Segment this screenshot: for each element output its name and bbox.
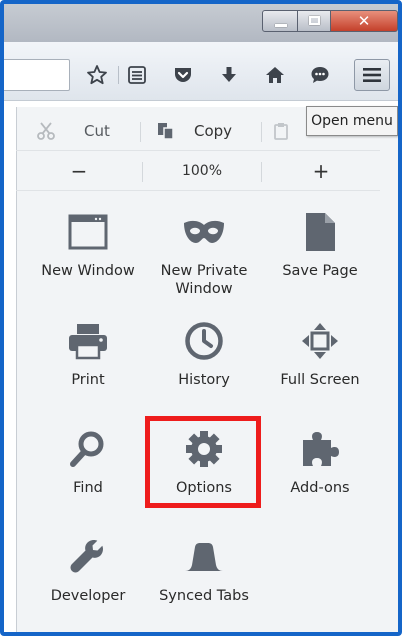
zoom-controls-row: − 100% + xyxy=(16,152,380,191)
cut-label: Cut xyxy=(84,122,110,140)
wrench-icon xyxy=(64,533,112,581)
reading-list-icon[interactable] xyxy=(126,64,148,86)
synced-tabs-button[interactable]: Synced Tabs xyxy=(148,527,260,627)
tile-label: Developer xyxy=(50,588,126,604)
copy-label: Copy xyxy=(194,122,233,140)
tile-label: Find xyxy=(73,480,103,496)
chat-icon[interactable] xyxy=(309,64,331,86)
toolbar-separator xyxy=(118,66,119,84)
tile-label: New Private Window xyxy=(160,263,248,297)
minimize-icon xyxy=(275,24,287,27)
print-button[interactable]: Print xyxy=(32,311,144,411)
tile-label: Synced Tabs xyxy=(159,588,249,604)
cut-button[interactable]: Cut xyxy=(36,112,110,150)
tile-label: History xyxy=(178,372,230,388)
history-button[interactable]: History xyxy=(148,311,260,411)
close-icon: ✕ xyxy=(357,12,371,30)
pocket-icon[interactable] xyxy=(172,64,194,86)
edit-separator xyxy=(261,122,262,142)
close-button[interactable]: ✕ xyxy=(330,10,398,32)
tile-label: Full Screen xyxy=(280,372,360,388)
maximize-button[interactable] xyxy=(297,10,331,32)
tile-label: Add-ons xyxy=(290,480,350,496)
synced-tabs-icon xyxy=(180,533,228,581)
window-icon xyxy=(64,208,112,256)
save-page-button[interactable]: Save Page xyxy=(264,202,376,302)
url-bar[interactable] xyxy=(4,59,70,91)
puzzle-icon xyxy=(296,425,344,473)
minimize-button[interactable] xyxy=(262,10,298,32)
tile-label: New Window xyxy=(41,263,135,279)
home-icon[interactable] xyxy=(264,64,286,86)
browser-window: ✕ Cut Copy − 100% + New Window New Priva… xyxy=(0,0,402,636)
find-button[interactable]: Find xyxy=(32,419,144,519)
edit-separator xyxy=(140,122,141,142)
open-menu-button[interactable] xyxy=(354,59,390,91)
navigation-toolbar xyxy=(4,42,398,101)
scissors-icon xyxy=(37,122,55,140)
maximize-icon xyxy=(309,16,320,25)
tile-label: Save Page xyxy=(282,263,358,279)
clock-icon xyxy=(180,317,228,365)
copy-button[interactable]: Copy xyxy=(156,112,232,150)
zoom-reset-button[interactable]: 100% xyxy=(143,152,261,190)
add-ons-button[interactable]: Add-ons xyxy=(264,419,376,519)
new-private-window-button[interactable]: New Private Window xyxy=(148,202,260,302)
page-icon xyxy=(296,208,344,256)
star-icon[interactable] xyxy=(86,64,108,86)
hamburger-menu-icon xyxy=(363,68,381,82)
magnifier-icon xyxy=(64,425,112,473)
printer-icon xyxy=(64,317,112,365)
zoom-out-button[interactable]: − xyxy=(16,152,142,190)
new-window-button[interactable]: New Window xyxy=(32,202,144,302)
open-menu-tooltip: Open menu xyxy=(306,106,398,136)
full-screen-button[interactable]: Full Screen xyxy=(264,311,376,411)
fullscreen-icon xyxy=(296,317,344,365)
paste-icon xyxy=(274,123,288,140)
developer-button[interactable]: Developer xyxy=(32,527,144,627)
title-bar: ✕ xyxy=(4,4,398,42)
copy-icon xyxy=(158,123,174,140)
zoom-in-button[interactable]: + xyxy=(262,152,380,190)
options-highlight-box xyxy=(145,416,261,508)
tile-label: Print xyxy=(71,372,105,388)
mask-icon xyxy=(180,208,228,256)
download-icon[interactable] xyxy=(218,64,240,86)
